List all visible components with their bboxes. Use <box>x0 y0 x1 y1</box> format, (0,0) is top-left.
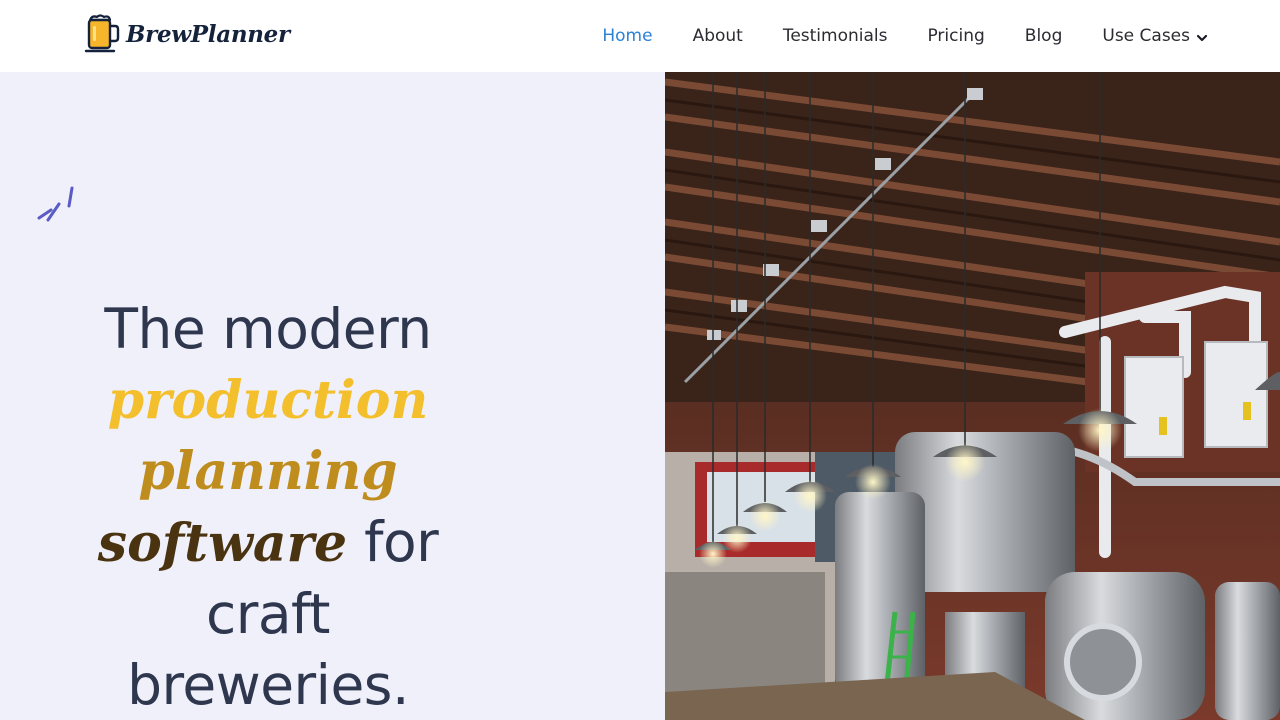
hero-image <box>665 72 1280 720</box>
brand-logo-link[interactable]: BrewPlanner <box>84 14 290 54</box>
nav-about[interactable]: About <box>693 26 743 46</box>
headline-line-planning: planning <box>138 441 398 502</box>
nav-use-cases[interactable]: Use Cases <box>1102 26 1208 46</box>
headline-word-for: for <box>347 510 439 574</box>
headline-line-1: The modern <box>104 297 432 361</box>
beer-mug-icon <box>84 14 120 53</box>
main-nav: Home About Testimonials Pricing Blog Use… <box>562 0 1208 72</box>
brand-name: BrewPlanner <box>126 20 290 48</box>
nav-blog[interactable]: Blog <box>1025 26 1063 46</box>
sparkle-decoration-icon <box>37 186 74 222</box>
headline-line-6: breweries. <box>127 653 409 717</box>
hero-text-panel: The modern production planning software … <box>0 72 665 720</box>
brewery-interior-photo <box>665 72 1280 720</box>
hero-headline: The modern production planning software … <box>68 294 468 720</box>
headline-line-5: craft <box>205 582 331 646</box>
nav-use-cases-label: Use Cases <box>1102 26 1190 46</box>
headline-line-4: software for <box>68 507 468 579</box>
nav-pricing[interactable]: Pricing <box>927 26 984 46</box>
headline-line-production: production <box>107 370 429 431</box>
chevron-down-icon <box>1196 34 1208 41</box>
site-header: BrewPlanner Home About Testimonials Pric… <box>0 0 1280 72</box>
nav-home[interactable]: Home <box>602 26 652 46</box>
nav-testimonials[interactable]: Testimonials <box>783 26 888 46</box>
headline-word-software: software <box>97 513 348 574</box>
